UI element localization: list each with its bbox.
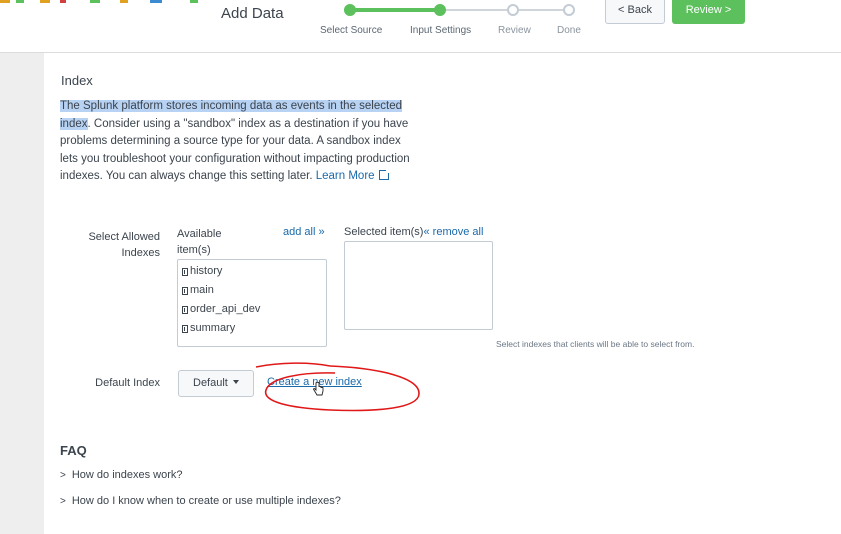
step-dot-select-source <box>344 4 356 16</box>
add-all-link[interactable]: add all » <box>283 226 325 238</box>
list-item[interactable]: order_api_dev <box>178 300 326 319</box>
step-label-done: Done <box>557 25 581 36</box>
available-items-header: Available item(s) <box>177 228 222 256</box>
review-button[interactable]: Review > <box>672 0 745 24</box>
index-item-icon <box>182 324 188 333</box>
step-dot-input-settings <box>434 4 446 16</box>
allowed-indexes-hint: Select indexes that clients will be able… <box>496 339 695 349</box>
step-progress-done <box>350 8 440 12</box>
index-item-icon <box>182 267 188 276</box>
learn-more-link[interactable]: Learn More <box>315 169 390 182</box>
selected-items-label: Selected item(s) <box>344 226 424 238</box>
step-label-select-source: Select Source <box>320 25 383 36</box>
hand-pointer-icon <box>313 382 324 396</box>
list-item-label: main <box>190 284 214 296</box>
allowed-indexes-label: Select Allowed Indexes <box>88 231 160 259</box>
learn-more-label: Learn More <box>315 170 375 182</box>
step-dot-review <box>507 4 519 16</box>
external-link-icon <box>378 169 390 180</box>
available-items-list[interactable]: history main order_api_dev summary <box>177 259 327 347</box>
faq-item-multiple-indexes[interactable]: > How do I know when to create or use mul… <box>60 495 341 507</box>
selected-items-list[interactable] <box>344 241 493 330</box>
caret-down-icon <box>232 380 239 384</box>
step-label-input-settings: Input Settings <box>410 25 472 36</box>
chevron-right-icon: > <box>60 470 66 481</box>
selected-items-header: Selected item(s)« remove all <box>344 226 483 238</box>
list-item-label: summary <box>190 322 236 334</box>
chevron-right-icon: > <box>60 496 66 507</box>
list-item-label: order_api_dev <box>190 303 261 315</box>
step-dot-done <box>563 4 575 16</box>
index-item-icon <box>182 286 188 295</box>
list-item[interactable]: history <box>178 262 326 281</box>
remove-all-link[interactable]: « remove all <box>423 226 483 238</box>
faq-title: FAQ <box>60 443 87 458</box>
list-item[interactable]: summary <box>178 319 326 338</box>
list-item[interactable]: main <box>178 281 326 300</box>
index-description: The Splunk platform stores incoming data… <box>60 98 410 186</box>
index-item-icon <box>182 305 188 314</box>
default-index-label: Default Index <box>95 377 160 389</box>
faq-item-label: How do indexes work? <box>71 469 183 481</box>
list-item-label: history <box>190 265 223 277</box>
step-label-review: Review <box>498 25 531 36</box>
index-section-title: Index <box>61 73 93 88</box>
faq-item-indexes-work[interactable]: > How do indexes work? <box>60 469 183 481</box>
default-index-dropdown[interactable]: Default <box>178 370 254 397</box>
default-index-value: Default <box>193 377 228 389</box>
step-progress-pending <box>440 9 570 11</box>
back-button[interactable]: < Back <box>605 0 665 24</box>
faq-item-label: How do I know when to create or use mult… <box>71 495 341 507</box>
